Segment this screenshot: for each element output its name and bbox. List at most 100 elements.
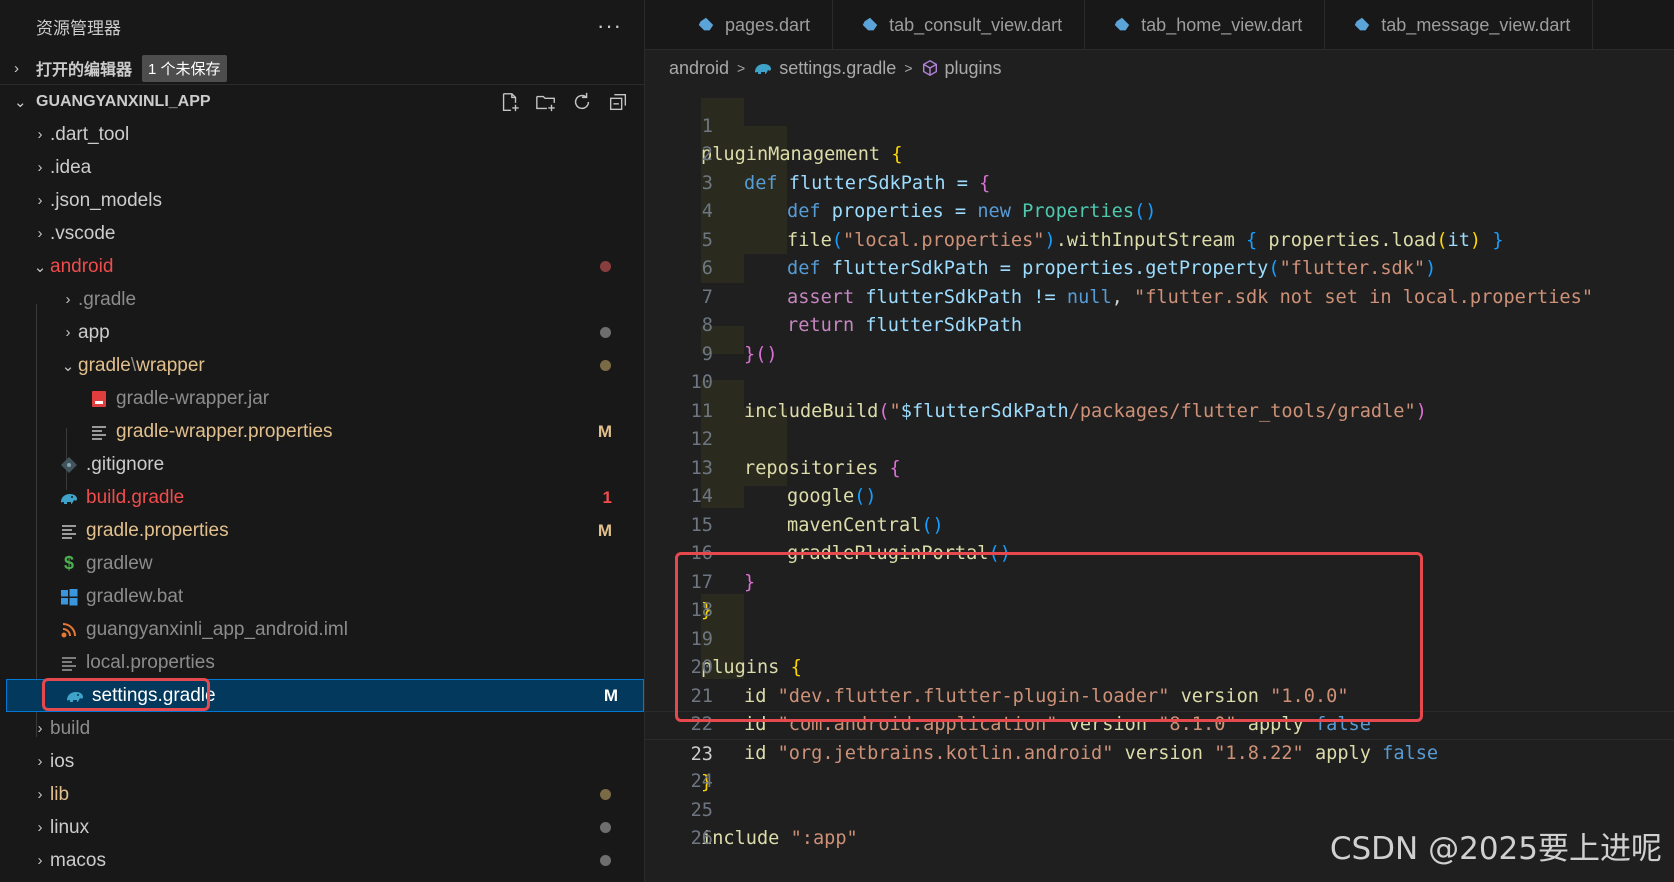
code-line: 5 def flutterSdkPath = properties.getPro… bbox=[645, 198, 1674, 280]
status-dot bbox=[600, 822, 611, 833]
tab-pages-dart[interactable]: pages.dart bbox=[645, 0, 834, 49]
code-line: 10 includeBuild("$flutterSdkPath/package… bbox=[645, 341, 1674, 422]
gradle-elephant-icon bbox=[753, 58, 773, 78]
code-line: 24 bbox=[645, 740, 1674, 792]
code-line: 25 include ":app" bbox=[645, 768, 1674, 850]
chevron-right-icon: › bbox=[65, 291, 71, 308]
tree-item-label: .idea bbox=[50, 156, 92, 178]
tree-folder-json-models[interactable]: › .json_models bbox=[0, 184, 644, 217]
code-line: 11 bbox=[645, 369, 1674, 422]
dart-icon bbox=[698, 17, 714, 31]
tree-file-gradle-properties[interactable]: gradle.properties M bbox=[0, 514, 644, 547]
tab-consult-view[interactable]: tab_consult_view.dart bbox=[833, 0, 1086, 49]
chevron-right-icon: › bbox=[37, 720, 43, 737]
tree-file-gradle-wrapper-jar[interactable]: gradle-wrapper.jar bbox=[0, 382, 644, 415]
tab-label: tab_consult_view.dart bbox=[889, 14, 1063, 35]
tree-folder-lib[interactable]: › lib bbox=[0, 778, 644, 811]
code-line: 6 assert flutterSdkPath != null, "flutte… bbox=[645, 227, 1674, 308]
new-file-icon[interactable] bbox=[498, 90, 522, 114]
breadcrumb-file[interactable]: settings.gradle bbox=[753, 58, 896, 79]
explorer-title: 资源管理器 bbox=[36, 18, 121, 38]
tree-folder-vscode[interactable]: › .vscode bbox=[0, 217, 644, 250]
tree-file-local-properties[interactable]: local.properties bbox=[0, 646, 644, 679]
code-line: 8 }() bbox=[645, 284, 1674, 365]
tree-folder-macos[interactable]: › macos bbox=[0, 844, 644, 877]
open-editors-section[interactable]: › 打开的编辑器 1 个未保存 bbox=[0, 52, 644, 85]
tree-file-gitignore[interactable]: .gitignore bbox=[0, 448, 644, 481]
git-modified-badge: M bbox=[597, 421, 612, 441]
tree-item-label: build.gradle bbox=[86, 486, 185, 508]
code-line: 15 gradlePluginPortal() bbox=[645, 483, 1674, 565]
tree-folder-gradle-wrapper[interactable]: ⌄ gradle \ wrapper bbox=[0, 349, 644, 382]
properties-file-icon bbox=[58, 652, 80, 674]
code-line: 22 id "org.jetbrains.kotlin.android" ver… bbox=[645, 683, 1674, 764]
more-actions-icon[interactable]: ··· bbox=[597, 13, 622, 39]
workspace-root-label: GUANGYANXINLI_APP bbox=[36, 92, 211, 110]
tab-label: pages.dart bbox=[725, 14, 811, 35]
chevron-right-icon: › bbox=[37, 192, 43, 209]
tree-folder-android[interactable]: ⌄ android bbox=[0, 250, 644, 283]
tree-folder-gradle-cache[interactable]: › .gradle bbox=[0, 283, 644, 316]
tree-item-label: .vscode bbox=[50, 222, 116, 244]
dart-icon bbox=[862, 17, 878, 31]
chevron-down-icon: ⌄ bbox=[61, 357, 75, 375]
tree-item-label: gradlew bbox=[86, 552, 153, 574]
tree-folder-linux[interactable]: › linux bbox=[0, 811, 644, 844]
gradle-elephant-icon bbox=[58, 487, 80, 509]
highlight-box bbox=[42, 678, 210, 711]
breadcrumb: android > settings.gradle > plugins bbox=[645, 50, 1674, 86]
chevron-down-icon: ⌄ bbox=[33, 258, 47, 276]
tree-file-build-gradle[interactable]: build.gradle 1 bbox=[0, 481, 644, 514]
tree-folder-dart-tool[interactable]: › .dart_tool bbox=[0, 118, 644, 151]
tree-item-label: gradlew.bat bbox=[86, 585, 184, 607]
tree-folder-idea[interactable]: › .idea bbox=[0, 151, 644, 184]
tree-file-settings-gradle[interactable]: settings.gradle M bbox=[6, 678, 644, 712]
chevron-right-icon: › bbox=[37, 786, 43, 803]
shell-dollar-icon: $ bbox=[63, 553, 74, 573]
code-line: 21 id "com.android.application" version … bbox=[645, 654, 1674, 736]
tree-item-label: local.properties bbox=[86, 651, 215, 673]
refresh-icon[interactable] bbox=[570, 90, 594, 114]
breadcrumb-android[interactable]: android bbox=[669, 58, 729, 79]
explorer-actions bbox=[498, 90, 630, 114]
tree-folder-ios[interactable]: › ios bbox=[0, 745, 644, 778]
open-editors-label: 打开的编辑器 bbox=[36, 62, 133, 79]
breadcrumb-symbol[interactable]: plugins bbox=[921, 58, 1002, 79]
tree-file-gradlew[interactable]: $ gradlew bbox=[0, 547, 644, 580]
chevron-right-icon: > bbox=[737, 60, 746, 76]
tree-folder-app[interactable]: › app bbox=[0, 316, 644, 349]
properties-file-icon bbox=[58, 520, 80, 542]
error-dot bbox=[600, 261, 611, 272]
new-folder-icon[interactable] bbox=[534, 90, 558, 114]
chevron-right-icon: › bbox=[14, 59, 19, 77]
tab-home-view[interactable]: tab_home_view.dart bbox=[1085, 0, 1326, 49]
modified-dot bbox=[600, 360, 611, 371]
chevron-down-icon: ⌄ bbox=[14, 93, 27, 111]
tree-item-label: .gitignore bbox=[86, 453, 165, 475]
tree-item-label: ios bbox=[50, 750, 75, 772]
git-modified-badge: M bbox=[597, 520, 612, 540]
unsaved-badge: 1 个未保存 bbox=[142, 54, 227, 82]
code-line: 18 bbox=[645, 569, 1674, 621]
chevron-right-icon: › bbox=[37, 159, 43, 176]
tree-item-label: lib bbox=[50, 783, 70, 805]
code-line: 4 file("local.properties").withInputStre… bbox=[645, 170, 1674, 251]
breadcrumb-file-label: settings.gradle bbox=[779, 57, 897, 78]
tab-message-view[interactable]: tab_message_view.dart bbox=[1325, 0, 1594, 49]
rss-feed-icon bbox=[58, 619, 80, 641]
collapse-all-icon[interactable] bbox=[606, 90, 630, 114]
code-line: 26 bbox=[645, 797, 1674, 849]
code-editor[interactable]: 1 pluginManagement { 2 def flutterSdkPat… bbox=[645, 84, 1674, 882]
tree-item-label: .gradle bbox=[78, 288, 137, 310]
tree-file-gradlew-bat[interactable]: gradlew.bat bbox=[0, 580, 644, 613]
code-line: 3 def properties = new Properties() bbox=[645, 141, 1674, 223]
tree-file-gradle-wrapper-properties[interactable]: gradle-wrapper.properties M bbox=[0, 415, 644, 448]
chevron-right-icon: › bbox=[37, 753, 43, 770]
tree-item-label: gradle-wrapper.jar bbox=[116, 387, 270, 409]
git-modified-badge: M bbox=[603, 685, 618, 705]
tree-item-label: linux bbox=[50, 816, 90, 838]
tree-file-iml[interactable]: guangyanxinli_app_android.iml bbox=[0, 613, 644, 646]
tree-folder-build[interactable]: › build bbox=[0, 712, 644, 745]
file-tree: › .dart_tool › .idea › .json_models › .v… bbox=[0, 118, 644, 877]
workspace-root-section[interactable]: ⌄ GUANGYANXINLI_APP bbox=[0, 85, 644, 118]
